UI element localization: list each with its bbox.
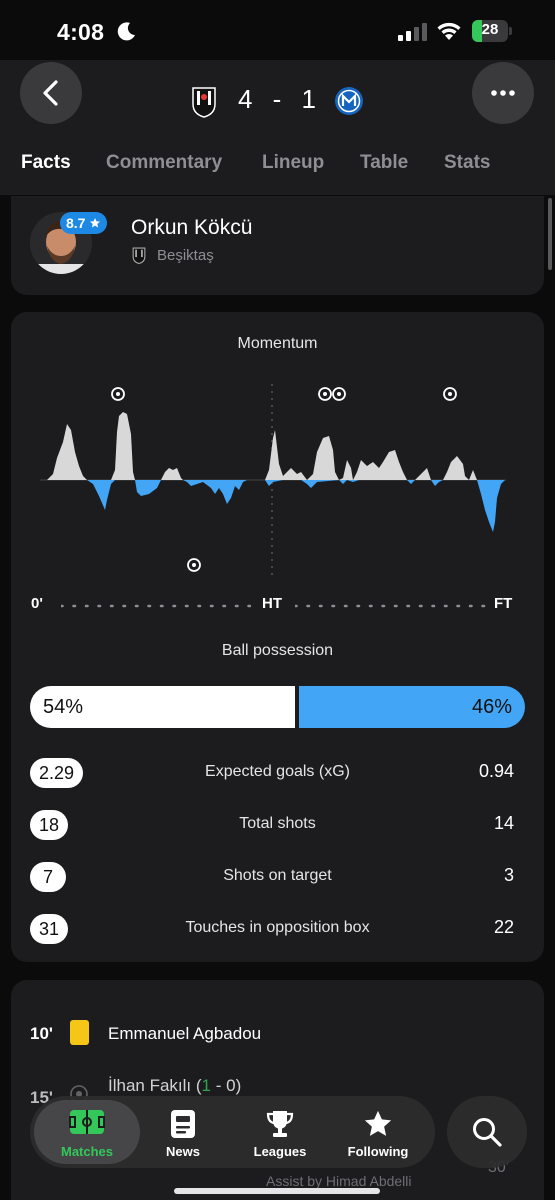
status-time: 4:08 <box>57 19 105 45</box>
player-name: Orkun Kökcü <box>131 216 253 239</box>
stat-label: Total shots <box>239 815 316 832</box>
tabbar-matches[interactable]: Matches <box>34 1100 140 1164</box>
tab-lineup[interactable]: Lineup <box>262 152 324 174</box>
besiktas-crest-icon <box>192 87 216 118</box>
home-score: 4 <box>238 84 255 114</box>
battery-indicator: 28 <box>472 20 512 42</box>
besiktas-crest-icon <box>132 247 146 264</box>
score-separator: - <box>272 84 284 114</box>
stat-row-shots-on-target: 7 Shots on target 3 <box>11 862 544 894</box>
more-options-button[interactable] <box>472 62 534 124</box>
home-momentum-area <box>40 412 477 480</box>
match-stats-card: Momentum 0' HT FT Ball possession 54% 46… <box>11 312 544 962</box>
score: 4 - 1 <box>238 84 318 115</box>
scroll-indicator[interactable] <box>548 198 552 270</box>
yellow-card-icon <box>70 1020 89 1045</box>
axis-start-label: 0' <box>31 595 43 612</box>
goal-marker <box>318 387 332 401</box>
possession-bar: 54% 46% <box>30 686 525 728</box>
match-header: 4 - 1 Facts Commentary Lineup Table Stat… <box>0 60 555 195</box>
home-indicator[interactable] <box>174 1188 380 1194</box>
goal-marker <box>332 387 346 401</box>
axis-end-label: FT <box>494 595 513 612</box>
event-player: İlhan Fakılı <box>108 1076 192 1095</box>
away-score: 1 <box>301 84 318 114</box>
momentum-title: Momentum <box>237 335 318 352</box>
player-rating: 8.7 <box>66 215 86 231</box>
goal-marker <box>111 387 125 401</box>
event-player[interactable]: Emmanuel Agbadou <box>108 1024 261 1044</box>
tabbar-leagues[interactable]: Leagues <box>240 1096 320 1168</box>
tabbar-label: Following <box>347 1144 409 1159</box>
axis-dots <box>295 604 490 608</box>
player-of-the-match-card[interactable]: 8.7 Orkun Kökcü Beşiktaş <box>11 196 544 295</box>
player-team: Beşiktaş <box>157 247 214 264</box>
search-button[interactable] <box>447 1096 527 1168</box>
trophy-icon <box>266 1111 294 1137</box>
stat-row-total-shots: 18 Total shots 14 <box>11 810 544 842</box>
bottom-tab-bar: Matches News Leagues Following <box>30 1096 435 1168</box>
search-icon <box>473 1118 502 1147</box>
event-score-highlight: 1 <box>201 1076 212 1095</box>
stat-away-value: 3 <box>503 865 514 885</box>
away-possession: 46% <box>299 686 525 728</box>
stat-label: Touches in opposition box <box>185 919 370 936</box>
stat-label: Shots on target <box>223 867 332 884</box>
player-rating-badge: 8.7 <box>60 212 108 234</box>
tabbar-label: Matches <box>60 1144 114 1159</box>
stat-away-value: 22 <box>493 917 514 937</box>
away-momentum-area <box>75 480 505 532</box>
star-icon <box>364 1110 392 1136</box>
inter-crest-icon <box>335 87 363 115</box>
stat-label: Expected goals (xG) <box>205 763 350 780</box>
status-bar: 4:08 28 <box>0 0 555 60</box>
goal-marker <box>443 387 457 401</box>
axis-halftime-label: HT <box>262 595 282 612</box>
wifi-icon <box>437 22 461 40</box>
tabbar-label: News <box>166 1144 200 1159</box>
tab-table[interactable]: Table <box>360 152 408 174</box>
momentum-chart <box>40 384 506 577</box>
ellipsis-icon <box>491 90 515 96</box>
tab-facts[interactable]: Facts <box>21 152 71 174</box>
momentum-time-axis: 0' HT FT <box>11 595 544 617</box>
star-icon <box>90 218 101 228</box>
stat-row-box-touches: 31 Touches in opposition box 22 <box>11 914 544 946</box>
goal-marker <box>187 558 201 572</box>
possession-title: Ball possession <box>221 642 334 659</box>
pitch-icon <box>69 1110 105 1134</box>
tabbar-label: Leagues <box>253 1144 307 1159</box>
home-possession: 54% <box>30 686 295 728</box>
stat-away-value: 0.94 <box>478 761 514 781</box>
tab-stats[interactable]: Stats <box>444 152 490 174</box>
cellular-signal-icon <box>398 23 427 41</box>
stat-away-value: 14 <box>493 813 514 833</box>
tabbar-news[interactable]: News <box>150 1096 216 1168</box>
moon-icon <box>117 22 135 41</box>
battery-percent: 28 <box>481 21 499 38</box>
tab-commentary[interactable]: Commentary <box>106 152 222 174</box>
axis-dots <box>61 604 251 608</box>
event-assist: Assist by Himad Abdelli <box>266 1173 412 1189</box>
event-minute: 10' <box>30 1024 53 1043</box>
match-tabs: Facts Commentary Lineup Table Stats <box>0 152 555 182</box>
stat-row-xg: 2.29 Expected goals (xG) 0.94 <box>11 758 544 790</box>
tabbar-following[interactable]: Following <box>337 1096 419 1168</box>
news-icon <box>171 1110 195 1138</box>
event-goal-text[interactable]: İlhan Fakılı (1 - 0) <box>108 1076 241 1096</box>
